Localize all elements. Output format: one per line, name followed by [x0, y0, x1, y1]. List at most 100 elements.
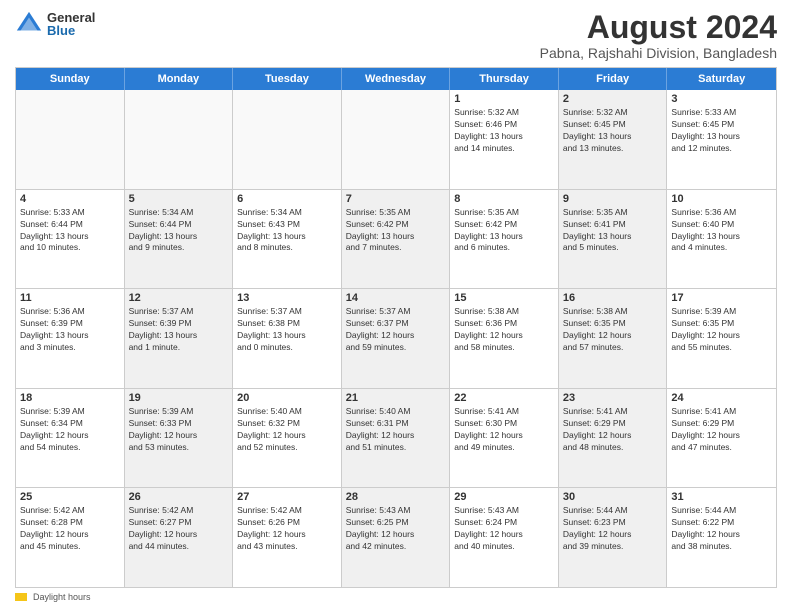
day-info: Sunrise: 5:34 AM Sunset: 6:43 PM Dayligh… [237, 207, 337, 255]
day-cell-26: 26Sunrise: 5:42 AM Sunset: 6:27 PM Dayli… [125, 488, 234, 587]
day-cell-12: 12 Sunrise: 5:37 AM Sunset: 6:39 PM Dayli… [125, 289, 234, 388]
day-info: Sunrise: 5:33 AM Sunset: 6:44 PM Dayligh… [20, 207, 120, 255]
day-info: Sunrise: 5:41 AM Sunset: 6:29 PM Dayligh… [563, 406, 663, 454]
day-cell-1: 1 Sunrise: 5:32 AM Sunset: 6:46 PM Daylig… [450, 90, 559, 189]
daylight-bar-icon [15, 593, 27, 601]
day-cell-22: 22 Sunrise: 5:41 AM Sunset: 6:30 PM Dayli… [450, 389, 559, 488]
day-cell-27: 27 Sunrise: 5:42 AM Sunset: 6:26 PM Dayli… [233, 488, 342, 587]
day-cell-17: 17Sunrise: 5:39 AM Sunset: 6:35 PM Dayli… [667, 289, 776, 388]
day-cell-21: 21Sunrise: 5:40 AM Sunset: 6:31 PM Dayli… [342, 389, 451, 488]
day-info: Sunrise: 5:37 AM Sunset: 6:37 PM Dayligh… [346, 306, 446, 354]
day-number: 25 [20, 491, 120, 503]
day-cell-3: 3Sunrise: 5:33 AM Sunset: 6:45 PM Daylig… [667, 90, 776, 189]
day-number: 27 [237, 491, 337, 503]
calendar-row-2: 11 Sunrise: 5:36 AM Sunset: 6:39 PM Dayli… [16, 288, 776, 388]
empty-cell-0-2 [233, 90, 342, 189]
day-cell-13: 13 Sunrise: 5:37 AM Sunset: 6:38 PM Dayli… [233, 289, 342, 388]
day-cell-16: 16 Sunrise: 5:38 AM Sunset: 6:35 PM Dayli… [559, 289, 668, 388]
day-number: 9 [563, 193, 663, 205]
logo-blue: Blue [47, 24, 95, 37]
day-number: 13 [237, 292, 337, 304]
day-cell-2: 2 Sunrise: 5:32 AM Sunset: 6:45 PM Daylig… [559, 90, 668, 189]
header-day-sunday: Sunday [16, 68, 125, 90]
day-info: Sunrise: 5:35 AM Sunset: 6:42 PM Dayligh… [454, 207, 554, 255]
day-cell-4: 4 Sunrise: 5:33 AM Sunset: 6:44 PM Daylig… [16, 190, 125, 289]
header-day-monday: Monday [125, 68, 234, 90]
day-info: Sunrise: 5:44 AM Sunset: 6:22 PM Dayligh… [671, 505, 772, 553]
day-number: 1 [454, 93, 554, 105]
day-info: Sunrise: 5:43 AM Sunset: 6:24 PM Dayligh… [454, 505, 554, 553]
day-info: Sunrise: 5:32 AM Sunset: 6:45 PM Dayligh… [563, 107, 663, 155]
day-info: Sunrise: 5:35 AM Sunset: 6:42 PM Dayligh… [346, 207, 446, 255]
day-cell-20: 20 Sunrise: 5:40 AM Sunset: 6:32 PM Dayli… [233, 389, 342, 488]
calendar-row-4: 25 Sunrise: 5:42 AM Sunset: 6:28 PM Dayli… [16, 487, 776, 587]
day-info: Sunrise: 5:38 AM Sunset: 6:35 PM Dayligh… [563, 306, 663, 354]
header: General Blue August 2024 Pabna, Rajshahi… [15, 10, 777, 61]
day-number: 7 [346, 193, 446, 205]
empty-cell-0-1 [125, 90, 234, 189]
day-cell-18: 18Sunrise: 5:39 AM Sunset: 6:34 PM Dayli… [16, 389, 125, 488]
day-info: Sunrise: 5:37 AM Sunset: 6:39 PM Dayligh… [129, 306, 229, 354]
day-number: 23 [563, 392, 663, 404]
day-cell-24: 24 Sunrise: 5:41 AM Sunset: 6:29 PM Dayli… [667, 389, 776, 488]
day-number: 18 [20, 392, 120, 404]
day-number: 12 [129, 292, 229, 304]
header-day-thursday: Thursday [450, 68, 559, 90]
calendar-body: 1 Sunrise: 5:32 AM Sunset: 6:46 PM Daylig… [16, 90, 776, 587]
day-number: 5 [129, 193, 229, 205]
day-number: 31 [671, 491, 772, 503]
day-info: Sunrise: 5:36 AM Sunset: 6:39 PM Dayligh… [20, 306, 120, 354]
day-number: 2 [563, 93, 663, 105]
header-day-saturday: Saturday [667, 68, 776, 90]
day-info: Sunrise: 5:42 AM Sunset: 6:28 PM Dayligh… [20, 505, 120, 553]
day-cell-8: 8 Sunrise: 5:35 AM Sunset: 6:42 PM Daylig… [450, 190, 559, 289]
calendar: SundayMondayTuesdayWednesdayThursdayFrid… [15, 67, 777, 588]
logo-text: General Blue [47, 11, 95, 37]
day-info: Sunrise: 5:44 AM Sunset: 6:23 PM Dayligh… [563, 505, 663, 553]
day-cell-5: 5Sunrise: 5:34 AM Sunset: 6:44 PM Daylig… [125, 190, 234, 289]
day-cell-9: 9 Sunrise: 5:35 AM Sunset: 6:41 PM Daylig… [559, 190, 668, 289]
day-number: 22 [454, 392, 554, 404]
logo: General Blue [15, 10, 95, 38]
day-number: 14 [346, 292, 446, 304]
day-cell-11: 11 Sunrise: 5:36 AM Sunset: 6:39 PM Dayli… [16, 289, 125, 388]
day-info: Sunrise: 5:41 AM Sunset: 6:29 PM Dayligh… [671, 406, 772, 454]
day-cell-28: 28 Sunrise: 5:43 AM Sunset: 6:25 PM Dayli… [342, 488, 451, 587]
day-number: 21 [346, 392, 446, 404]
day-cell-6: 6Sunrise: 5:34 AM Sunset: 6:43 PM Daylig… [233, 190, 342, 289]
day-number: 16 [563, 292, 663, 304]
header-day-friday: Friday [559, 68, 668, 90]
day-cell-14: 14 Sunrise: 5:37 AM Sunset: 6:37 PM Dayli… [342, 289, 451, 388]
day-info: Sunrise: 5:43 AM Sunset: 6:25 PM Dayligh… [346, 505, 446, 553]
day-info: Sunrise: 5:32 AM Sunset: 6:46 PM Dayligh… [454, 107, 554, 155]
calendar-row-1: 4 Sunrise: 5:33 AM Sunset: 6:44 PM Daylig… [16, 189, 776, 289]
day-number: 11 [20, 292, 120, 304]
day-cell-29: 29Sunrise: 5:43 AM Sunset: 6:24 PM Dayli… [450, 488, 559, 587]
day-info: Sunrise: 5:35 AM Sunset: 6:41 PM Dayligh… [563, 207, 663, 255]
day-info: Sunrise: 5:42 AM Sunset: 6:27 PM Dayligh… [129, 505, 229, 553]
day-info: Sunrise: 5:42 AM Sunset: 6:26 PM Dayligh… [237, 505, 337, 553]
day-info: Sunrise: 5:38 AM Sunset: 6:36 PM Dayligh… [454, 306, 554, 354]
day-number: 20 [237, 392, 337, 404]
subtitle: Pabna, Rajshahi Division, Bangladesh [540, 45, 777, 61]
day-number: 28 [346, 491, 446, 503]
logo-icon [15, 10, 43, 38]
day-cell-25: 25 Sunrise: 5:42 AM Sunset: 6:28 PM Dayli… [16, 488, 125, 587]
day-cell-30: 30Sunrise: 5:44 AM Sunset: 6:23 PM Dayli… [559, 488, 668, 587]
day-info: Sunrise: 5:41 AM Sunset: 6:30 PM Dayligh… [454, 406, 554, 454]
day-cell-31: 31 Sunrise: 5:44 AM Sunset: 6:22 PM Dayli… [667, 488, 776, 587]
day-number: 24 [671, 392, 772, 404]
day-info: Sunrise: 5:39 AM Sunset: 6:35 PM Dayligh… [671, 306, 772, 354]
page: General Blue August 2024 Pabna, Rajshahi… [0, 0, 792, 612]
day-number: 15 [454, 292, 554, 304]
day-cell-15: 15 Sunrise: 5:38 AM Sunset: 6:36 PM Dayli… [450, 289, 559, 388]
empty-cell-0-3 [342, 90, 451, 189]
header-day-tuesday: Tuesday [233, 68, 342, 90]
day-number: 3 [671, 93, 772, 105]
calendar-row-0: 1 Sunrise: 5:32 AM Sunset: 6:46 PM Daylig… [16, 90, 776, 189]
day-info: Sunrise: 5:37 AM Sunset: 6:38 PM Dayligh… [237, 306, 337, 354]
day-number: 4 [20, 193, 120, 205]
day-number: 8 [454, 193, 554, 205]
day-number: 19 [129, 392, 229, 404]
day-info: Sunrise: 5:40 AM Sunset: 6:32 PM Dayligh… [237, 406, 337, 454]
